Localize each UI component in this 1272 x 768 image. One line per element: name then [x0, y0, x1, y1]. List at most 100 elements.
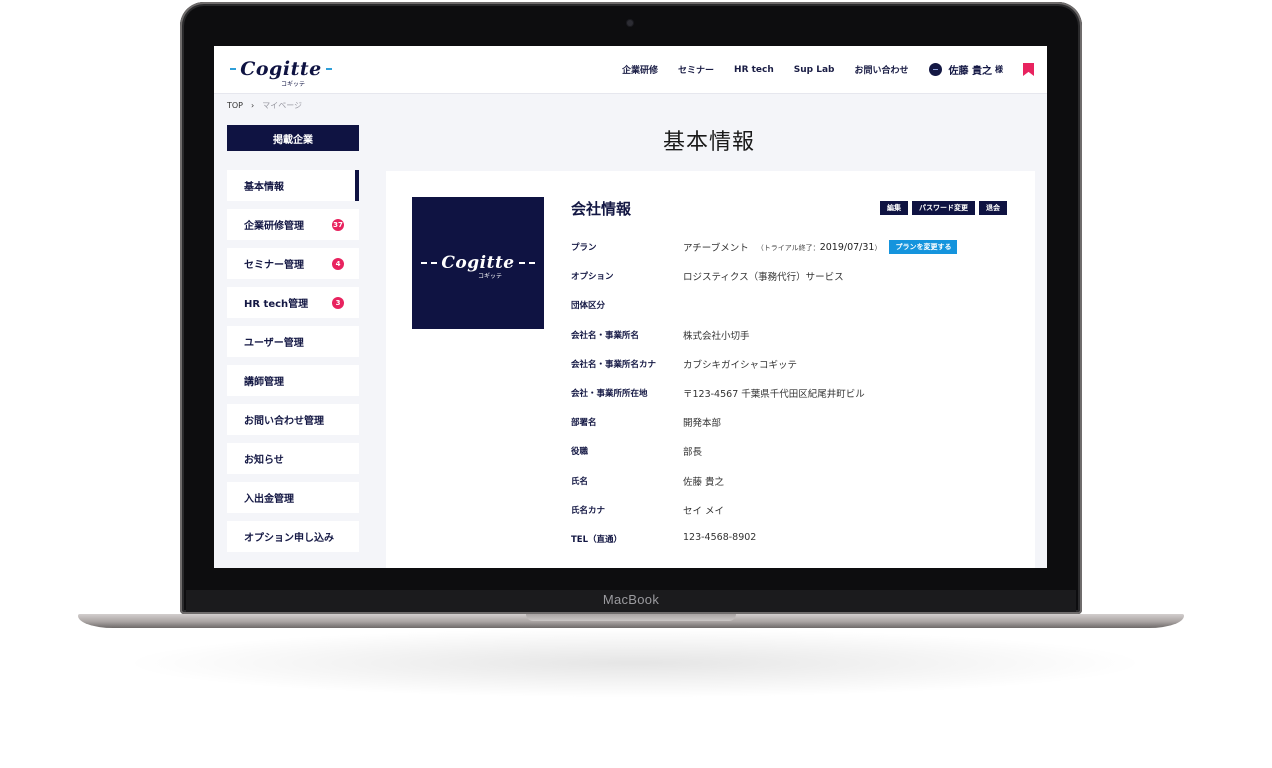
page-title: 基本情報: [662, 130, 755, 155]
change-plan-button[interactable]: プランを変更する: [889, 240, 958, 254]
sidebar-item-label: オプション申し込み: [244, 533, 334, 544]
chevron-right-icon: ›: [251, 101, 255, 110]
sidebar: 掲載企業 基本情報 企業研修管理 37 セミナー管理 4 HR tech管理 3…: [227, 125, 359, 560]
card-actions: 編集 パスワード変更 退会: [876, 201, 1007, 215]
logo-dash-right: [518, 262, 535, 264]
sidebar-item-basic-info[interactable]: 基本情報: [227, 170, 359, 201]
row-label: オプション: [571, 272, 614, 283]
row-label: 部署名: [571, 418, 597, 429]
sidebar-heading: 掲載企業: [227, 125, 359, 151]
sidebar-item-inquiry-management[interactable]: お問い合わせ管理: [227, 404, 359, 435]
sidebar-item-label: 入出金管理: [244, 494, 294, 505]
sidebar-item-instructor-management[interactable]: 講師管理: [227, 365, 359, 396]
count-badge: 37: [332, 219, 344, 231]
user-menu[interactable]: 佐藤 貴之 様: [928, 62, 1003, 77]
row-label: プラン: [571, 243, 597, 253]
user-avatar-icon: [928, 63, 942, 76]
logo-text: Cogitte: [240, 58, 322, 80]
breadcrumb-top[interactable]: TOP: [227, 101, 243, 110]
row-value: 佐藤 貴之: [683, 476, 725, 488]
row-value: 開発本部: [683, 418, 722, 430]
sidebar-item-label: セミナー管理: [244, 260, 304, 271]
sidebar-item-label: 講師管理: [244, 377, 284, 388]
sidebar-menu: 基本情報 企業研修管理 37 セミナー管理 4 HR tech管理 3 ユーザー…: [227, 170, 359, 552]
info-row: TEL（直通） 123-4568-8902: [571, 527, 1011, 556]
row-label: 役職: [571, 447, 589, 458]
laptop-shadow: [120, 628, 1150, 698]
bookmark-icon[interactable]: [1023, 63, 1034, 76]
row-value: 部長: [683, 447, 703, 459]
trial-end-date: 2019/07/31: [819, 241, 875, 253]
row-label: TEL（直通）: [571, 534, 623, 545]
info-row: 氏名カナ セイ メイ: [571, 498, 1011, 527]
row-label: 団体区分: [571, 301, 606, 312]
laptop-notch: [526, 614, 736, 621]
logo-dash-right: [325, 68, 332, 70]
change-password-button[interactable]: パスワード変更: [912, 201, 975, 215]
nav-hr-tech[interactable]: HR tech: [734, 65, 774, 75]
info-row: 会社名・事業所名カナ カブシキガイシャコギッテ: [571, 352, 1011, 381]
company-logo-subtext: コギッテ: [478, 273, 503, 280]
sidebar-item-label: HR tech管理: [244, 299, 309, 310]
breadcrumb-current: マイページ: [262, 101, 303, 110]
logo-dash-left: [421, 262, 438, 264]
nav-sup-lab[interactable]: Sup Lab: [794, 65, 835, 75]
sidebar-item-payments[interactable]: 入出金管理: [227, 482, 359, 513]
breadcrumb: TOP › マイページ: [227, 100, 302, 111]
nav-contact[interactable]: お問い合わせ: [855, 63, 909, 76]
edit-button[interactable]: 編集: [880, 201, 908, 215]
row-label: 会社名・事業所名カナ: [571, 359, 657, 370]
row-label: 氏名カナ: [571, 505, 606, 516]
row-value: セイ メイ: [683, 505, 725, 517]
laptop-brand-label: MacBook: [602, 592, 660, 607]
sidebar-item-training-management[interactable]: 企業研修管理 37: [227, 209, 359, 240]
count-badge: 3: [332, 297, 344, 309]
sidebar-item-seminar-management[interactable]: セミナー管理 4: [227, 248, 359, 279]
site-header: Cogitte コギッテ 企業研修 セミナー HR tech Sup Lab お…: [214, 46, 1047, 94]
info-row: オプション ロジスティクス（事務代行）サービス: [571, 264, 1011, 293]
logo-dash-left: [230, 68, 237, 70]
withdraw-button[interactable]: 退会: [979, 201, 1007, 215]
nav-seminar[interactable]: セミナー: [678, 63, 714, 76]
camera-icon: [627, 20, 633, 26]
info-row: 会社・事業所所在地 〒123-4567 千葉県千代田区紀尾井町ビル: [571, 381, 1011, 410]
user-honorific: 様: [995, 65, 1003, 74]
info-row: 団体区分: [571, 293, 1011, 322]
info-row-plan: プラン アチーブメント （トライアル終了：2019/07/31） プランを変更す…: [571, 235, 1011, 264]
row-value: ロジスティクス（事務代行）サービス: [683, 272, 844, 284]
section-title: 会社情報: [571, 200, 632, 218]
logo-subtext: コギッテ: [281, 81, 306, 88]
user-name: 佐藤 貴之: [948, 66, 992, 77]
sidebar-item-label: ユーザー管理: [244, 338, 304, 349]
nav-corporate-training[interactable]: 企業研修: [622, 63, 658, 76]
info-row: 氏名 佐藤 貴之: [571, 469, 1011, 498]
trial-note: （トライアル終了：2019/07/31）: [757, 242, 882, 253]
plan-name: アチーブメント: [683, 243, 749, 254]
row-label: 氏名: [571, 476, 589, 487]
company-logo: Cogitte コギッテ: [412, 197, 544, 329]
row-label: 会社名・事業所名: [571, 330, 640, 341]
info-rows: プラン アチーブメント （トライアル終了：2019/07/31） プランを変更す…: [571, 235, 1011, 556]
screen: Cogitte コギッテ 企業研修 セミナー HR tech Sup Lab お…: [214, 46, 1047, 568]
company-info-card: Cogitte コギッテ 会社情報 編集 パスワード変更 退会 プラン アチーブ…: [386, 171, 1035, 568]
info-row: 部署名 開発本部: [571, 410, 1011, 439]
site-logo[interactable]: Cogitte コギッテ: [226, 55, 336, 88]
sidebar-item-notices[interactable]: お知らせ: [227, 443, 359, 474]
sidebar-item-hr-tech-management[interactable]: HR tech管理 3: [227, 287, 359, 318]
company-logo-text: Cogitte: [441, 253, 515, 273]
row-value: 123-4568-8902: [683, 531, 757, 543]
info-row: 会社名・事業所名 株式会社小切手: [571, 323, 1011, 352]
sidebar-item-label: 基本情報: [244, 182, 284, 193]
row-value: 株式会社小切手: [683, 330, 750, 342]
count-badge: 4: [332, 258, 344, 270]
trial-prefix: （トライアル終了：: [756, 243, 820, 252]
row-value: カブシキガイシャコギッテ: [683, 359, 798, 371]
sidebar-item-label: 企業研修管理: [244, 221, 304, 232]
sidebar-item-label: お知らせ: [244, 455, 284, 466]
global-nav: 企業研修 セミナー HR tech Sup Lab お問い合わせ 佐藤 貴之 様: [622, 46, 1047, 93]
sidebar-item-user-management[interactable]: ユーザー管理: [227, 326, 359, 357]
trial-suffix: ）: [874, 243, 882, 252]
row-value: 〒123-4567 千葉県千代田区紀尾井町ビル: [683, 388, 865, 400]
sidebar-item-label: お問い合わせ管理: [244, 416, 324, 427]
sidebar-item-option-application[interactable]: オプション申し込み: [227, 521, 359, 552]
